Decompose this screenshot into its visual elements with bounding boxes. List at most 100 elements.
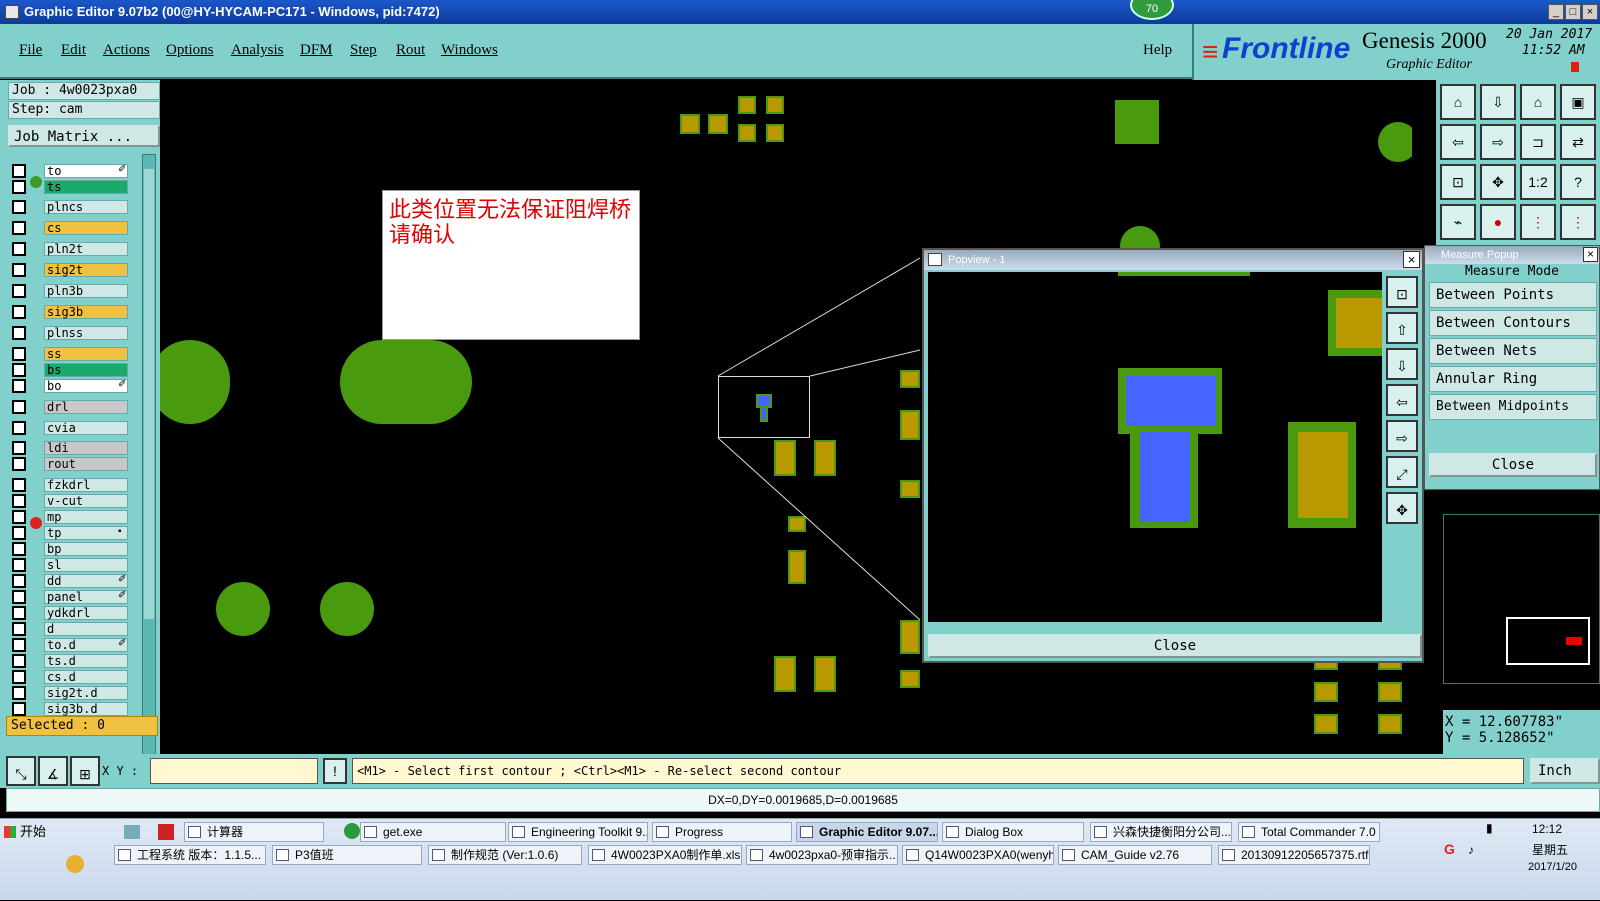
layer-rout[interactable]: rout bbox=[44, 457, 128, 471]
layer-checkbox[interactable] bbox=[12, 606, 26, 620]
probe-icon[interactable]: ● bbox=[1480, 204, 1516, 240]
zoom-center-icon[interactable]: ✥ bbox=[1480, 164, 1516, 200]
taskbar-button[interactable]: Graphic Editor 9.07... bbox=[796, 822, 938, 842]
layer-bp[interactable]: bp bbox=[44, 542, 128, 556]
layer-checkbox[interactable] bbox=[12, 494, 26, 508]
taskbar-button[interactable]: Progress bbox=[652, 822, 792, 842]
taskbar-button[interactable]: 兴森快捷衡阳分公司... bbox=[1090, 822, 1232, 842]
taskbar-button[interactable]: 4W0023PXA0制作单.xls... bbox=[588, 845, 742, 865]
layer-ts-d[interactable]: ts.d bbox=[44, 654, 128, 668]
mode-between-contours[interactable]: Between Contours bbox=[1429, 310, 1597, 336]
layer-to[interactable]: to bbox=[44, 164, 128, 178]
layer-checkbox[interactable] bbox=[12, 478, 26, 492]
layer-v-cut[interactable]: v-cut bbox=[44, 494, 128, 508]
layer-scrollbar[interactable] bbox=[142, 154, 156, 804]
maximize-icon[interactable]: □ bbox=[1565, 4, 1581, 20]
layer-checkbox[interactable] bbox=[12, 526, 26, 540]
close-icon[interactable]: × bbox=[1582, 4, 1598, 20]
menu-dfm[interactable]: DFM bbox=[300, 42, 333, 59]
help-icon[interactable]: ? bbox=[1560, 164, 1596, 200]
layer-ss[interactable]: ss bbox=[44, 347, 128, 361]
taskbar-button[interactable]: 计算器 bbox=[184, 822, 324, 842]
layer-checkbox[interactable] bbox=[12, 670, 26, 684]
job-matrix-button[interactable]: Job Matrix ... bbox=[8, 125, 160, 147]
taskbar-button[interactable]: 工程系统 版本：1.1.5... bbox=[114, 845, 266, 865]
menu-analysis[interactable]: Analysis bbox=[231, 42, 284, 59]
mode-between-points[interactable]: Between Points bbox=[1429, 282, 1597, 308]
pan-right-icon[interactable]: ⇨ bbox=[1480, 124, 1516, 160]
layer-mp[interactable]: mp bbox=[44, 510, 128, 524]
layer-to-d[interactable]: to.d bbox=[44, 638, 128, 652]
taskbar-button[interactable]: 20130912205657375.rtf... bbox=[1218, 845, 1370, 865]
measure-close-icon[interactable]: × bbox=[1583, 247, 1598, 262]
taskbar-button[interactable]: Total Commander 7.0 ... bbox=[1238, 822, 1380, 842]
layer-pln2t[interactable]: pln2t bbox=[44, 242, 128, 256]
layer-checkbox[interactable] bbox=[12, 326, 26, 340]
layer-checkbox[interactable] bbox=[12, 263, 26, 277]
taskbar-button[interactable]: P3值班 bbox=[272, 845, 422, 865]
layer-plncs[interactable]: plncs bbox=[44, 200, 128, 214]
popview-canvas[interactable] bbox=[928, 272, 1382, 622]
home-icon[interactable]: ⌂ bbox=[1520, 84, 1556, 120]
layer-dd[interactable]: dd bbox=[44, 574, 128, 588]
layer-checkbox[interactable] bbox=[12, 363, 26, 377]
taskbar-button[interactable]: 制作规范 (Ver:1.0.6) bbox=[428, 845, 582, 865]
net-icon[interactable]: ⋮ bbox=[1520, 204, 1556, 240]
start-button[interactable]: 开始 bbox=[2, 821, 56, 843]
angle-icon[interactable]: ∡ bbox=[38, 756, 68, 786]
menu-step[interactable]: Step bbox=[350, 42, 377, 59]
layer-checkbox[interactable] bbox=[12, 638, 26, 652]
menu-edit[interactable]: Edit bbox=[61, 42, 86, 59]
layer-drl[interactable]: drl bbox=[44, 400, 128, 414]
volume-icon[interactable]: ♪ bbox=[1468, 843, 1474, 857]
zoom-ratio-icon[interactable]: 1:2 bbox=[1520, 164, 1556, 200]
scrollbar-thumb[interactable] bbox=[144, 169, 154, 619]
zoom-home-icon[interactable]: ⌂ bbox=[1440, 84, 1476, 120]
layer-checkbox[interactable] bbox=[12, 421, 26, 435]
layer-checkbox[interactable] bbox=[12, 242, 26, 256]
layer-sig2t-d[interactable]: sig2t.d bbox=[44, 686, 128, 700]
pan-left-icon[interactable]: ⇦ bbox=[1386, 384, 1418, 416]
tray-app-icon[interactable]: G bbox=[1444, 841, 1455, 857]
layer-checkbox[interactable] bbox=[12, 441, 26, 455]
window-icon[interactable]: ▣ bbox=[1560, 84, 1596, 120]
layer-sig3b-d[interactable]: sig3b.d bbox=[44, 702, 128, 716]
measure-close-button[interactable]: Close bbox=[1429, 453, 1597, 477]
layer-checkbox[interactable] bbox=[12, 590, 26, 604]
layer-checkbox[interactable] bbox=[12, 702, 26, 716]
ruler-icon[interactable]: ⌁ bbox=[1440, 204, 1476, 240]
menu-options[interactable]: Options bbox=[166, 42, 214, 59]
layer-ydkdrl[interactable]: ydkdrl bbox=[44, 606, 128, 620]
taskbar-button[interactable]: CAM_Guide v2.76 bbox=[1058, 845, 1212, 865]
layer-panel[interactable]: panel bbox=[44, 590, 128, 604]
layer-checkbox[interactable] bbox=[12, 200, 26, 214]
layer-pln3b[interactable]: pln3b bbox=[44, 284, 128, 298]
layer-checkbox[interactable] bbox=[12, 221, 26, 235]
pan-left-icon[interactable]: ⇦ bbox=[1440, 124, 1476, 160]
menu-rout[interactable]: Rout bbox=[396, 42, 425, 59]
zoom-fit-icon[interactable]: ⊡ bbox=[1440, 164, 1476, 200]
quicklaunch-icon[interactable] bbox=[66, 855, 84, 873]
snap-icon[interactable]: ⤡ bbox=[6, 756, 36, 786]
layer-sl[interactable]: sl bbox=[44, 558, 128, 572]
layer-checkbox[interactable] bbox=[12, 542, 26, 556]
zoom-down-icon[interactable]: ⇩ bbox=[1480, 84, 1516, 120]
layer-checkbox[interactable] bbox=[12, 347, 26, 361]
layer-plnss[interactable]: plnss bbox=[44, 326, 128, 340]
work-layer-icon[interactable] bbox=[30, 517, 42, 529]
pdf-icon[interactable] bbox=[158, 824, 174, 840]
taskbar-button[interactable]: Engineering Toolkit 9.... bbox=[508, 822, 648, 842]
layer-tp[interactable]: tp bbox=[44, 526, 128, 540]
layer-bo[interactable]: bo bbox=[44, 379, 128, 393]
popview-close-button[interactable]: Close bbox=[928, 634, 1422, 658]
pan-up-icon[interactable]: ⇧ bbox=[1386, 312, 1418, 344]
browser-icon[interactable] bbox=[344, 823, 360, 839]
alert-icon[interactable]: ! bbox=[323, 758, 347, 784]
mode-annular-ring[interactable]: Annular Ring bbox=[1429, 366, 1597, 392]
layer-d[interactable]: d bbox=[44, 622, 128, 636]
layer-checkbox[interactable] bbox=[12, 305, 26, 319]
menu-file[interactable]: File bbox=[19, 42, 42, 59]
layer-checkbox[interactable] bbox=[12, 654, 26, 668]
taskbar-button[interactable]: 4w0023pxa0-预审指示.... bbox=[746, 845, 898, 865]
layer-ldi[interactable]: ldi bbox=[44, 441, 128, 455]
